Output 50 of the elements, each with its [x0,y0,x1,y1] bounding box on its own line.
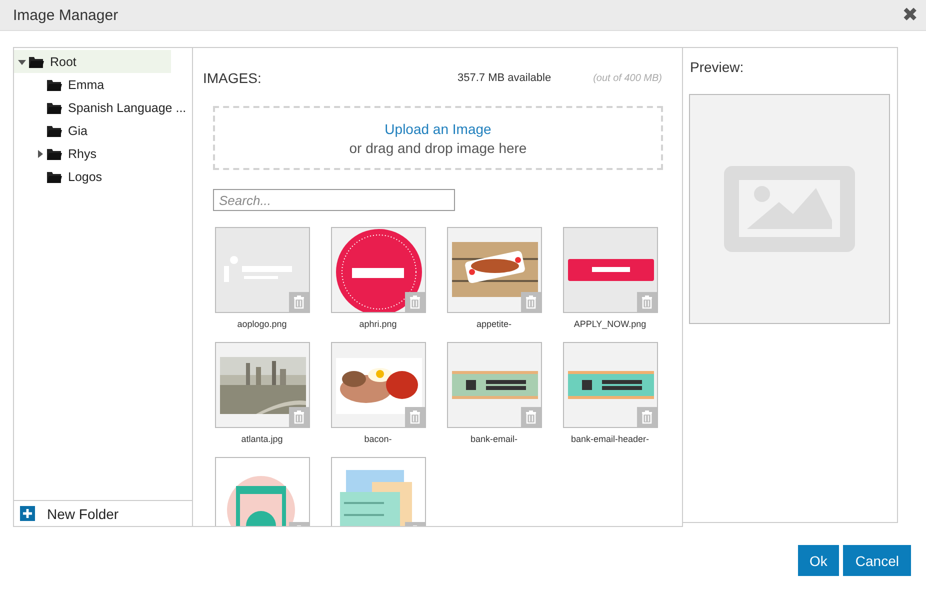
images-heading: IMAGES: [203,70,262,86]
folder-icon [46,100,63,115]
folder-item[interactable]: Spanish Language ... [32,96,189,119]
plus-icon [20,506,35,521]
file-name: bank-email-header- [570,434,650,446]
folder-item[interactable]: Root [14,50,171,73]
ok-button[interactable]: Ok [798,545,840,576]
drop-hint: or drag and drop image here [349,140,527,156]
folder-icon [28,54,45,69]
folder-name: Rhys [68,146,96,160]
delete-button[interactable] [288,292,308,312]
expand-arrow-icon[interactable] [36,150,44,158]
file-name: bank-email- [470,434,518,446]
folder-item[interactable]: Rhys [32,142,189,165]
upload-dropzone[interactable]: Upload an Image or drag and drop image here [213,106,663,170]
delete-button[interactable] [636,407,656,427]
delete-button[interactable] [636,292,656,312]
file-name: atlanta.jpg [241,434,283,446]
folder-name: Emma [68,78,104,92]
folder-icon [46,169,63,184]
folder-name: Spanish Language ... [68,100,186,114]
folder-icon [46,77,63,92]
file-name: aoplogo.png [237,319,287,331]
search-field[interactable]: Search... [213,189,455,211]
collapse-arrow-icon[interactable] [18,58,26,66]
folder-icon [46,123,63,138]
storage-available: 357.7 MB available [458,72,552,84]
file-name: APPLY_NOW.png [574,319,646,331]
folder-name: Root [50,54,76,68]
folder-item[interactable]: Gia [32,119,189,142]
new-folder-button[interactable]: New Folder [47,506,119,522]
file-name: appetite- [476,319,512,331]
window-title: Image Manager [13,6,118,24]
folder-name: Logos [68,170,102,184]
folder-icon [46,146,63,161]
folder-item[interactable]: Logos [32,165,189,188]
cancel-button[interactable]: Cancel [843,545,911,576]
delete-button[interactable] [404,407,424,427]
delete-button[interactable] [288,407,308,427]
upload-link[interactable]: Upload an Image [384,120,492,136]
preview-label: Preview: [690,59,744,75]
file-name: bacon- [364,434,392,446]
delete-button[interactable] [520,292,540,312]
storage-quota: (out of 400 MB) [593,72,662,84]
delete-button[interactable] [520,407,540,427]
close-button[interactable]: ✖ [902,6,918,24]
delete-button[interactable] [404,292,424,312]
folder-item[interactable]: Emma [32,73,189,96]
folder-name: Gia [68,124,88,138]
file-name: aphri.png [359,319,397,331]
